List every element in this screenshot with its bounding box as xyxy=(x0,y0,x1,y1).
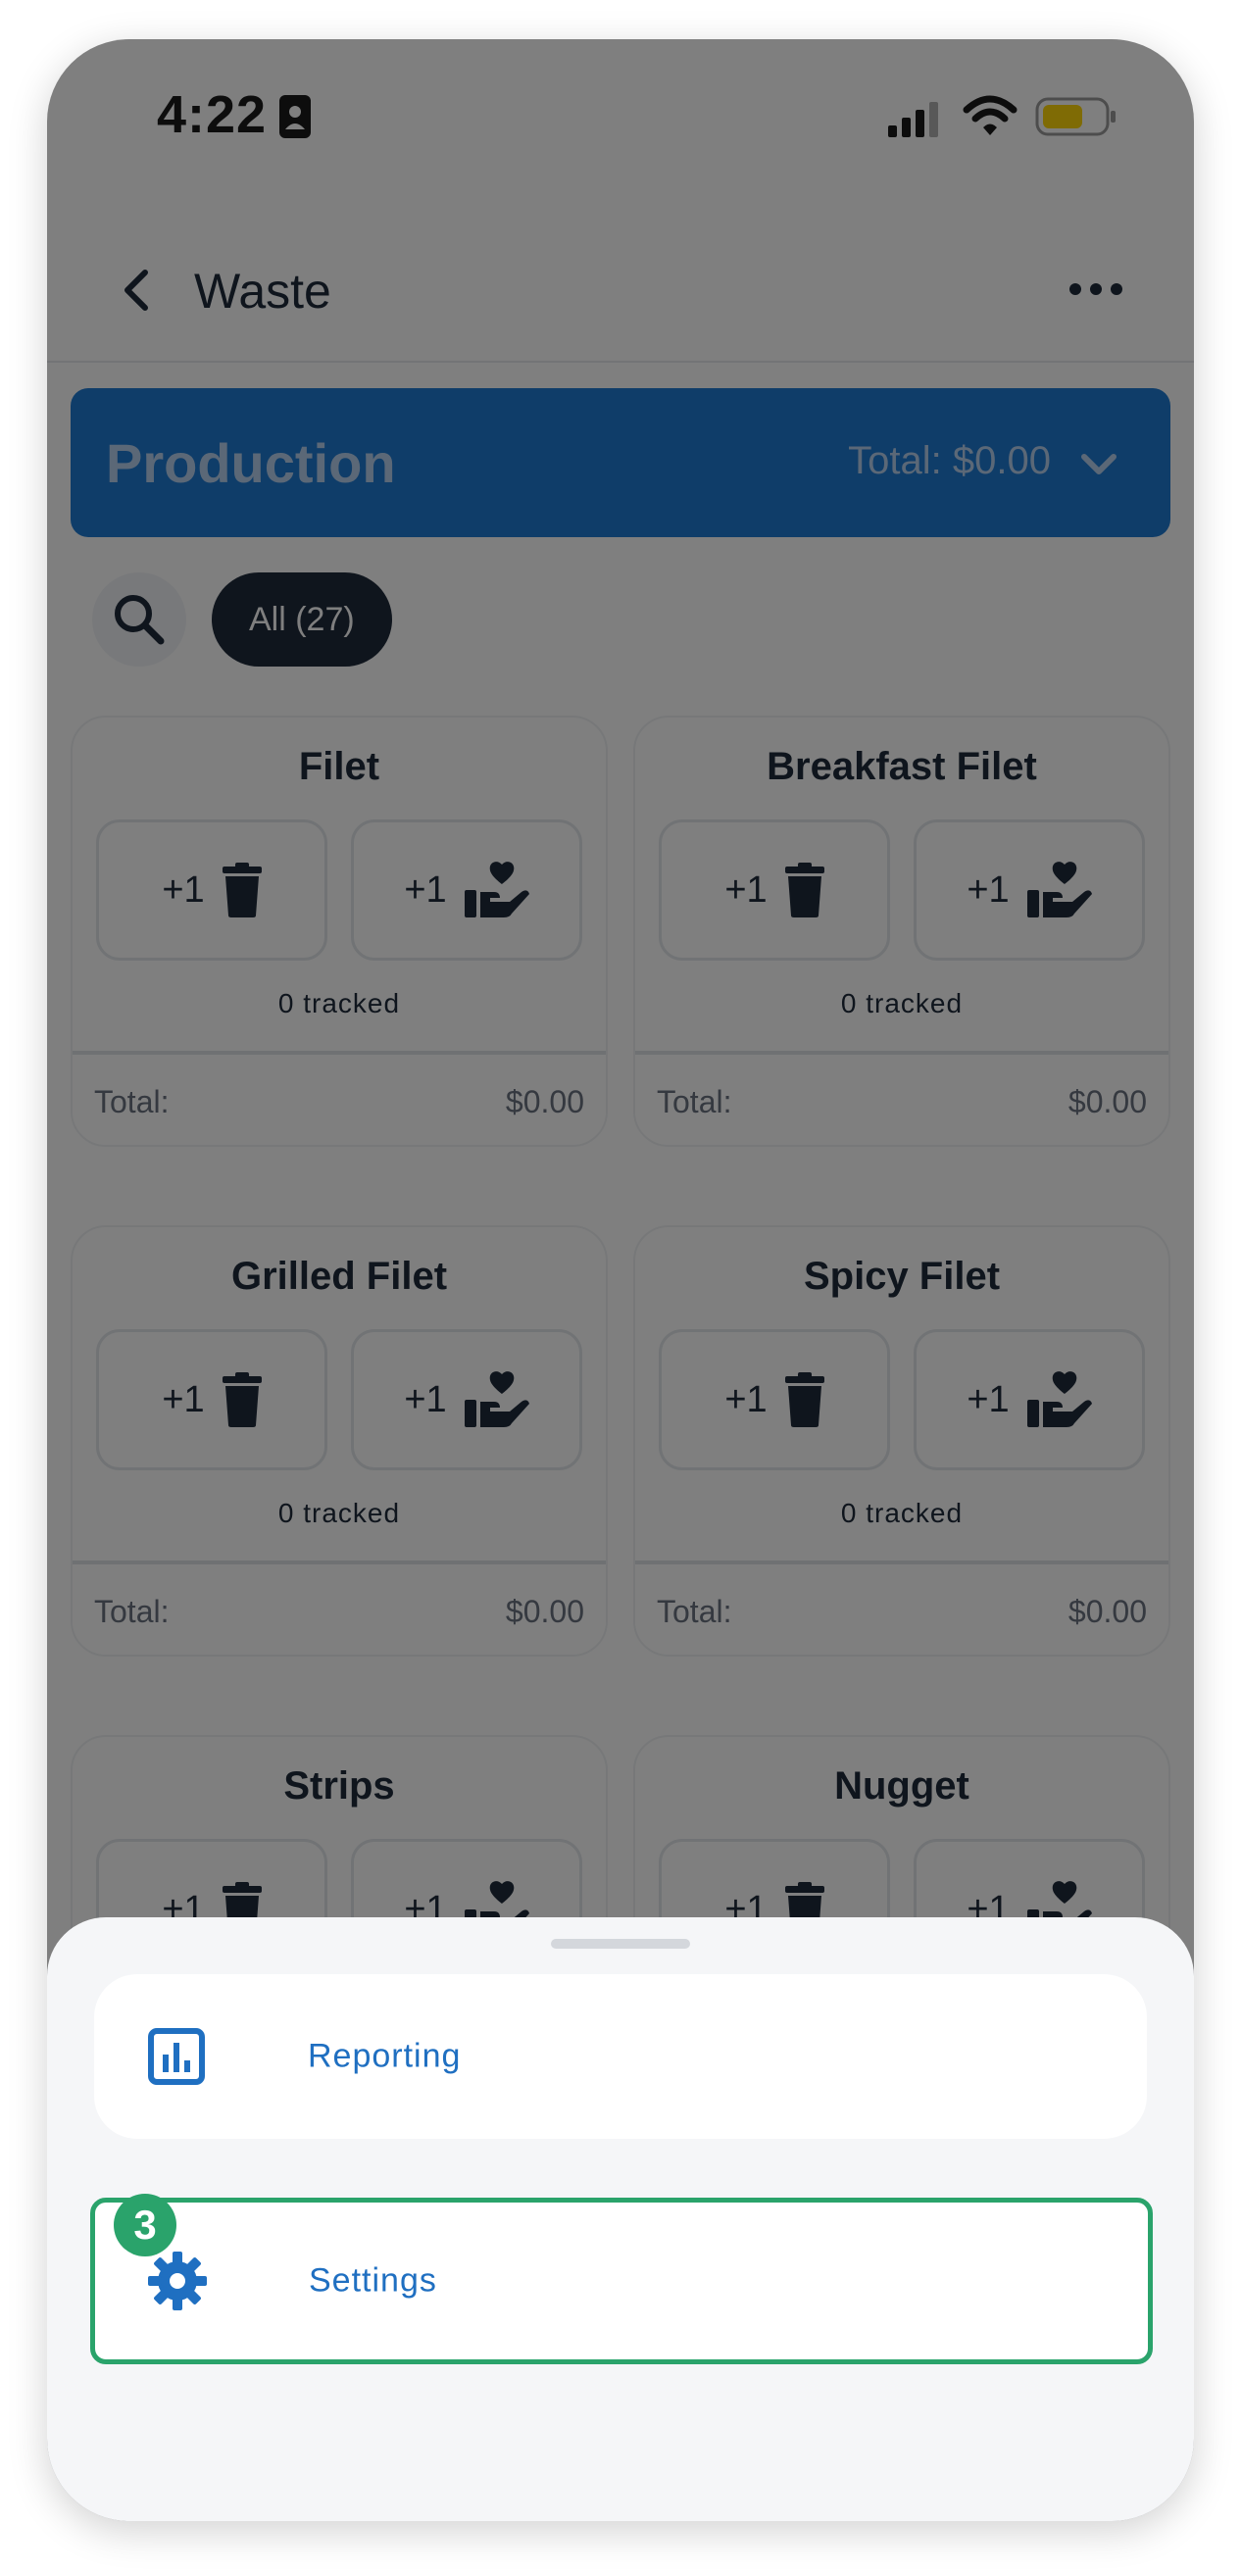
bottom-sheet: Reporting Settings xyxy=(47,1917,1194,2521)
step-number-badge: 3 xyxy=(114,2194,176,2256)
menu-item-settings[interactable]: Settings xyxy=(90,2198,1153,2364)
bar-chart-icon xyxy=(143,2023,210,2090)
menu-item-label: Settings xyxy=(309,2261,437,2300)
menu-item-label: Reporting xyxy=(308,2037,462,2075)
menu-item-reporting[interactable]: Reporting xyxy=(94,1974,1147,2139)
sheet-drag-handle[interactable] xyxy=(551,1939,690,1949)
phone-frame: 4:22 Waste xyxy=(47,39,1194,2521)
gear-icon xyxy=(144,2248,211,2314)
